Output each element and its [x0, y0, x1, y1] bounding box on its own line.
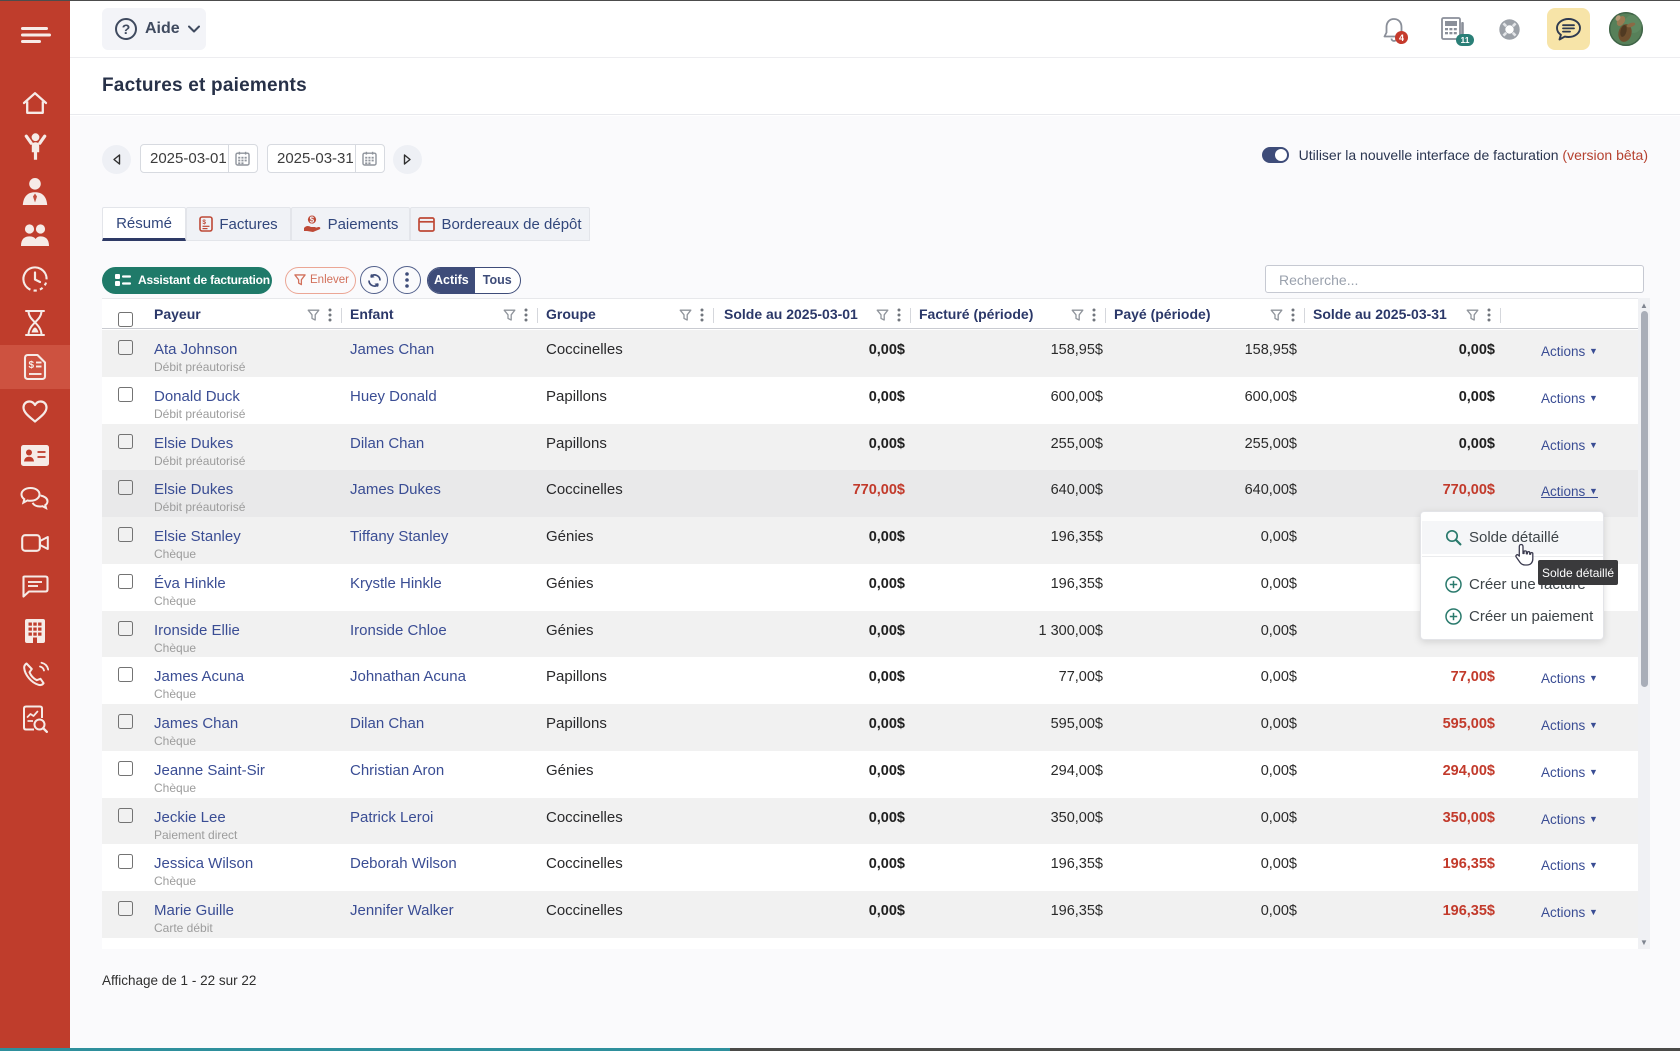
svg-text:$: $ — [203, 219, 207, 226]
svg-text:$: $ — [29, 360, 35, 371]
svg-text:$: $ — [309, 215, 314, 224]
